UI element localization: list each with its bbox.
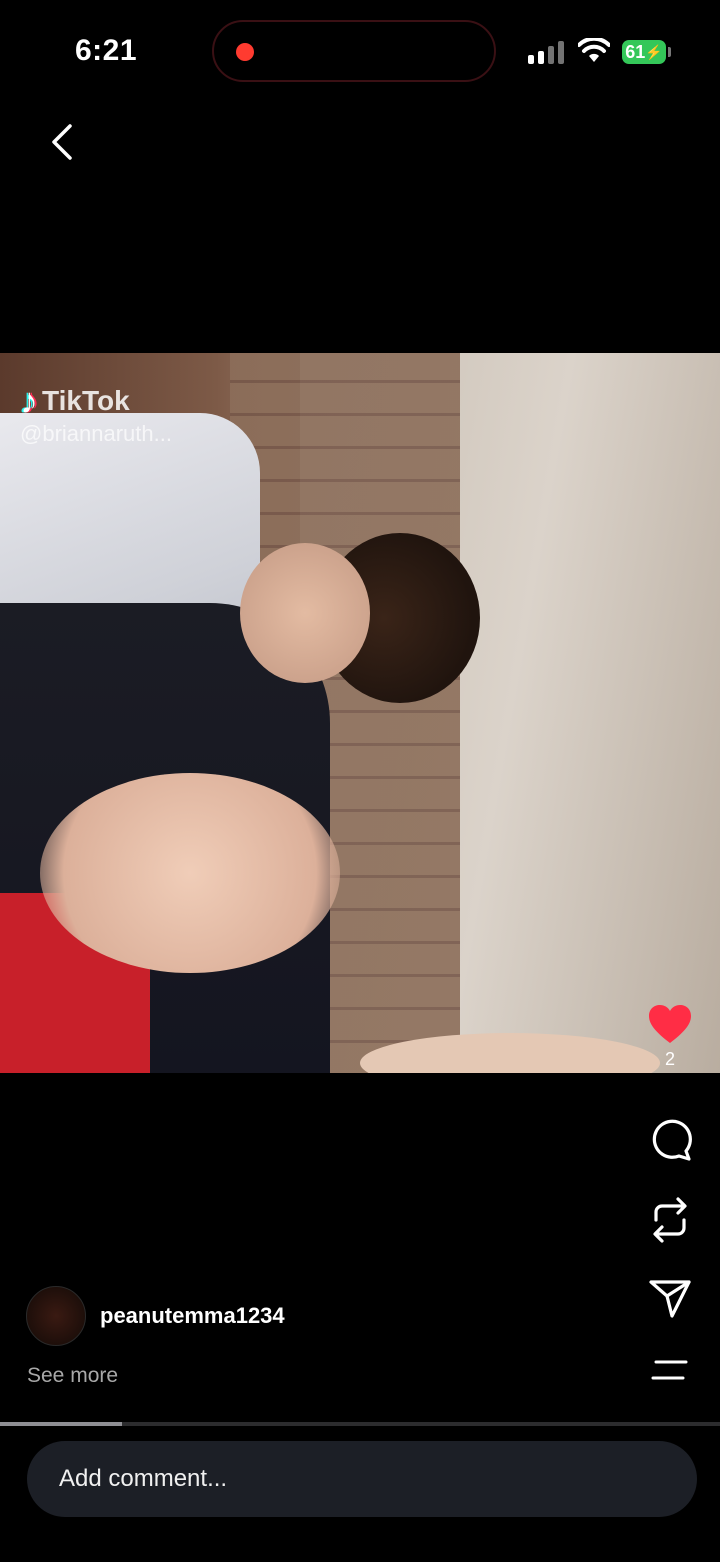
see-more-link[interactable]: See more: [27, 1364, 118, 1388]
dynamic-island: [212, 20, 496, 82]
repost-button[interactable]: [640, 1196, 700, 1244]
watermark-username: @briannaruth...: [20, 421, 172, 446]
username[interactable]: peanutemma1234: [100, 1303, 285, 1329]
menu-icon: [651, 1360, 688, 1380]
tiktok-watermark: ♪ TikTok @briannaruth...: [20, 383, 172, 447]
repost-icon: [653, 1197, 687, 1243]
battery-icon: 61 ⚡: [622, 40, 666, 64]
cellular-signal-icon: [528, 40, 568, 64]
recording-indicator-icon: [236, 43, 254, 61]
comment-input[interactable]: [27, 1441, 697, 1517]
send-icon: [649, 1280, 691, 1318]
comment-bar: [0, 1426, 720, 1562]
author-row[interactable]: peanutemma1234: [26, 1286, 285, 1346]
tiktok-logo-icon: ♪: [20, 380, 38, 421]
back-button[interactable]: [40, 120, 84, 164]
share-button[interactable]: [640, 1278, 700, 1320]
more-options-button[interactable]: [640, 1358, 700, 1382]
heart-icon: [649, 1005, 691, 1043]
comment-button[interactable]: [640, 1118, 700, 1162]
like-button[interactable]: 2: [640, 1003, 700, 1070]
comment-icon: [652, 1119, 692, 1161]
video-player[interactable]: ♪ TikTok @briannaruth...: [0, 353, 720, 1073]
back-icon: [52, 124, 72, 160]
battery-level: 61: [625, 41, 646, 62]
status-time: 6:21: [75, 34, 138, 67]
status-bar: 6:21 61 ⚡: [0, 0, 720, 100]
like-count: 2: [664, 1049, 675, 1069]
wifi-icon: [578, 38, 610, 62]
watermark-app-name: TikTok: [42, 385, 130, 416]
avatar[interactable]: [26, 1286, 86, 1346]
